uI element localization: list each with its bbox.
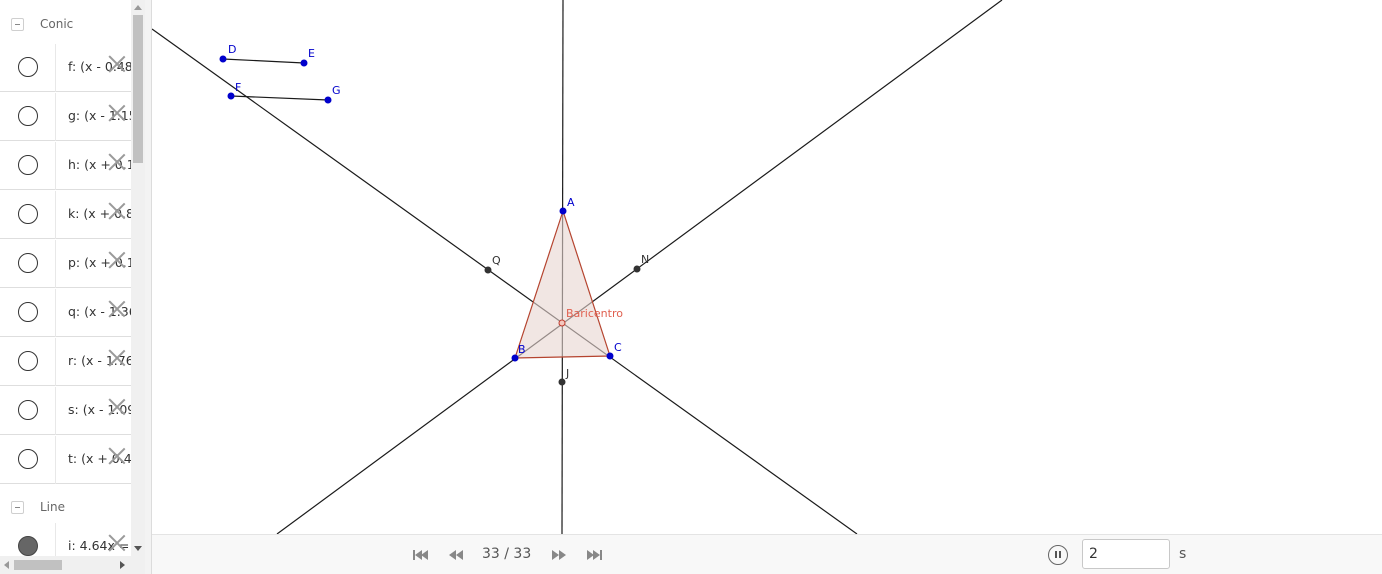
visibility-toggle-icon[interactable] xyxy=(18,106,38,126)
point-g[interactable] xyxy=(324,96,332,104)
triangle-abc[interactable] xyxy=(514,209,611,359)
algebra-item[interactable]: s: (x - 1.09 xyxy=(0,387,131,435)
delete-icon[interactable] xyxy=(106,445,128,467)
visibility-cell xyxy=(0,142,56,190)
scroll-left-arrow-icon[interactable] xyxy=(4,561,9,569)
last-step-button[interactable] xyxy=(584,545,606,565)
view-splitter[interactable] xyxy=(145,0,152,574)
group-header-line: Line xyxy=(0,487,131,527)
step-counter: 33 / 33 xyxy=(482,546,532,562)
scroll-right-arrow-icon[interactable] xyxy=(120,561,125,569)
delete-icon[interactable] xyxy=(106,200,128,222)
segment-fg[interactable] xyxy=(230,95,329,101)
point-centroid[interactable] xyxy=(558,319,566,327)
label-b: B xyxy=(518,343,526,356)
label-e: E xyxy=(308,47,315,60)
scroll-corner xyxy=(131,556,145,574)
visibility-cell xyxy=(0,93,56,141)
scroll-up-arrow-icon[interactable] xyxy=(134,5,142,10)
pause-button[interactable] xyxy=(1048,545,1068,565)
visibility-cell xyxy=(0,44,56,92)
label-d: D xyxy=(228,43,236,56)
collapse-icon[interactable] xyxy=(11,18,24,31)
scroll-down-arrow-icon[interactable] xyxy=(134,546,142,551)
vertical-scroll-thumb[interactable] xyxy=(133,15,143,163)
group-label: Line xyxy=(40,500,66,514)
segment-de[interactable] xyxy=(222,58,305,64)
visibility-toggle-icon[interactable] xyxy=(18,204,38,224)
algebra-vertical-scrollbar[interactable] xyxy=(131,0,145,556)
first-step-button[interactable] xyxy=(410,545,432,565)
algebra-item[interactable]: q: (x - 1.36 xyxy=(0,289,131,337)
visibility-cell xyxy=(0,240,56,288)
animation-speed-input[interactable] xyxy=(1082,539,1170,569)
point-q[interactable] xyxy=(484,266,492,274)
visibility-cell xyxy=(0,338,56,386)
point-c[interactable] xyxy=(606,352,614,360)
algebra-horizontal-scrollbar[interactable] xyxy=(0,556,131,574)
delete-icon[interactable] xyxy=(106,298,128,320)
speed-unit-label: s xyxy=(1179,546,1187,562)
point-e[interactable] xyxy=(300,59,308,67)
point-d[interactable] xyxy=(219,55,227,63)
algebra-view: Conic f: (x - 0.48 g: (x - 1.15 h: (x + 0.1… xyxy=(0,0,132,556)
delete-icon[interactable] xyxy=(106,396,128,418)
label-c: C xyxy=(614,341,622,354)
label-f: F xyxy=(235,81,241,94)
visibility-cell xyxy=(0,523,56,556)
label-g: G xyxy=(332,84,341,97)
delete-icon[interactable] xyxy=(106,151,128,173)
visibility-toggle-icon[interactable] xyxy=(18,57,38,77)
label-n: N xyxy=(641,253,649,266)
next-step-button[interactable] xyxy=(549,545,571,565)
delete-icon[interactable] xyxy=(106,102,128,124)
delete-icon[interactable] xyxy=(106,347,128,369)
collapse-icon[interactable] xyxy=(11,501,24,514)
visibility-cell xyxy=(0,436,56,484)
delete-icon[interactable] xyxy=(106,249,128,271)
point-f[interactable] xyxy=(227,92,235,100)
visibility-cell xyxy=(0,387,56,435)
delete-icon[interactable] xyxy=(106,532,128,554)
algebra-item[interactable]: k: (x + 0.8 xyxy=(0,191,131,239)
algebra-item[interactable]: h: (x + 0.1 xyxy=(0,142,131,190)
algebra-item[interactable]: r: (x - 1.76 xyxy=(0,338,131,386)
algebra-item[interactable]: f: (x - 0.48 xyxy=(0,44,131,92)
algebra-item[interactable]: p: (x + 0.1 xyxy=(0,240,131,288)
visibility-toggle-icon[interactable] xyxy=(18,253,38,273)
label-j: J xyxy=(565,367,569,380)
algebra-item[interactable]: t: (x + 0.4 xyxy=(0,436,131,484)
algebra-item[interactable]: i: 4.64x = xyxy=(0,523,131,556)
fast-forward-icon xyxy=(552,550,559,560)
delete-icon[interactable] xyxy=(106,53,128,75)
visibility-cell xyxy=(0,289,56,337)
point-a[interactable] xyxy=(559,207,567,215)
visibility-toggle-icon[interactable] xyxy=(18,351,38,371)
visibility-cell xyxy=(0,191,56,239)
group-label: Conic xyxy=(40,17,74,31)
horizontal-scroll-thumb[interactable] xyxy=(14,560,62,570)
label-centroid: Baricentro xyxy=(566,307,623,320)
graphics-view[interactable]: A B C D E F G J N Q Baricentro xyxy=(152,0,1382,534)
visibility-toggle-icon[interactable] xyxy=(18,449,38,469)
rewind-icon xyxy=(449,550,456,560)
visibility-toggle-icon[interactable] xyxy=(18,536,38,556)
algebra-item[interactable]: g: (x - 1.15 xyxy=(0,93,131,141)
visibility-toggle-icon[interactable] xyxy=(18,155,38,175)
label-q: Q xyxy=(492,254,501,267)
label-a: A xyxy=(567,196,575,209)
point-j[interactable] xyxy=(558,378,566,386)
visibility-toggle-icon[interactable] xyxy=(18,302,38,322)
previous-step-button[interactable] xyxy=(446,545,468,565)
point-n[interactable] xyxy=(633,265,641,273)
animation-bar: 33 / 33 s xyxy=(152,534,1382,574)
group-header-conic: Conic xyxy=(0,0,131,40)
visibility-toggle-icon[interactable] xyxy=(18,400,38,420)
line-through-q-c[interactable] xyxy=(152,28,858,534)
